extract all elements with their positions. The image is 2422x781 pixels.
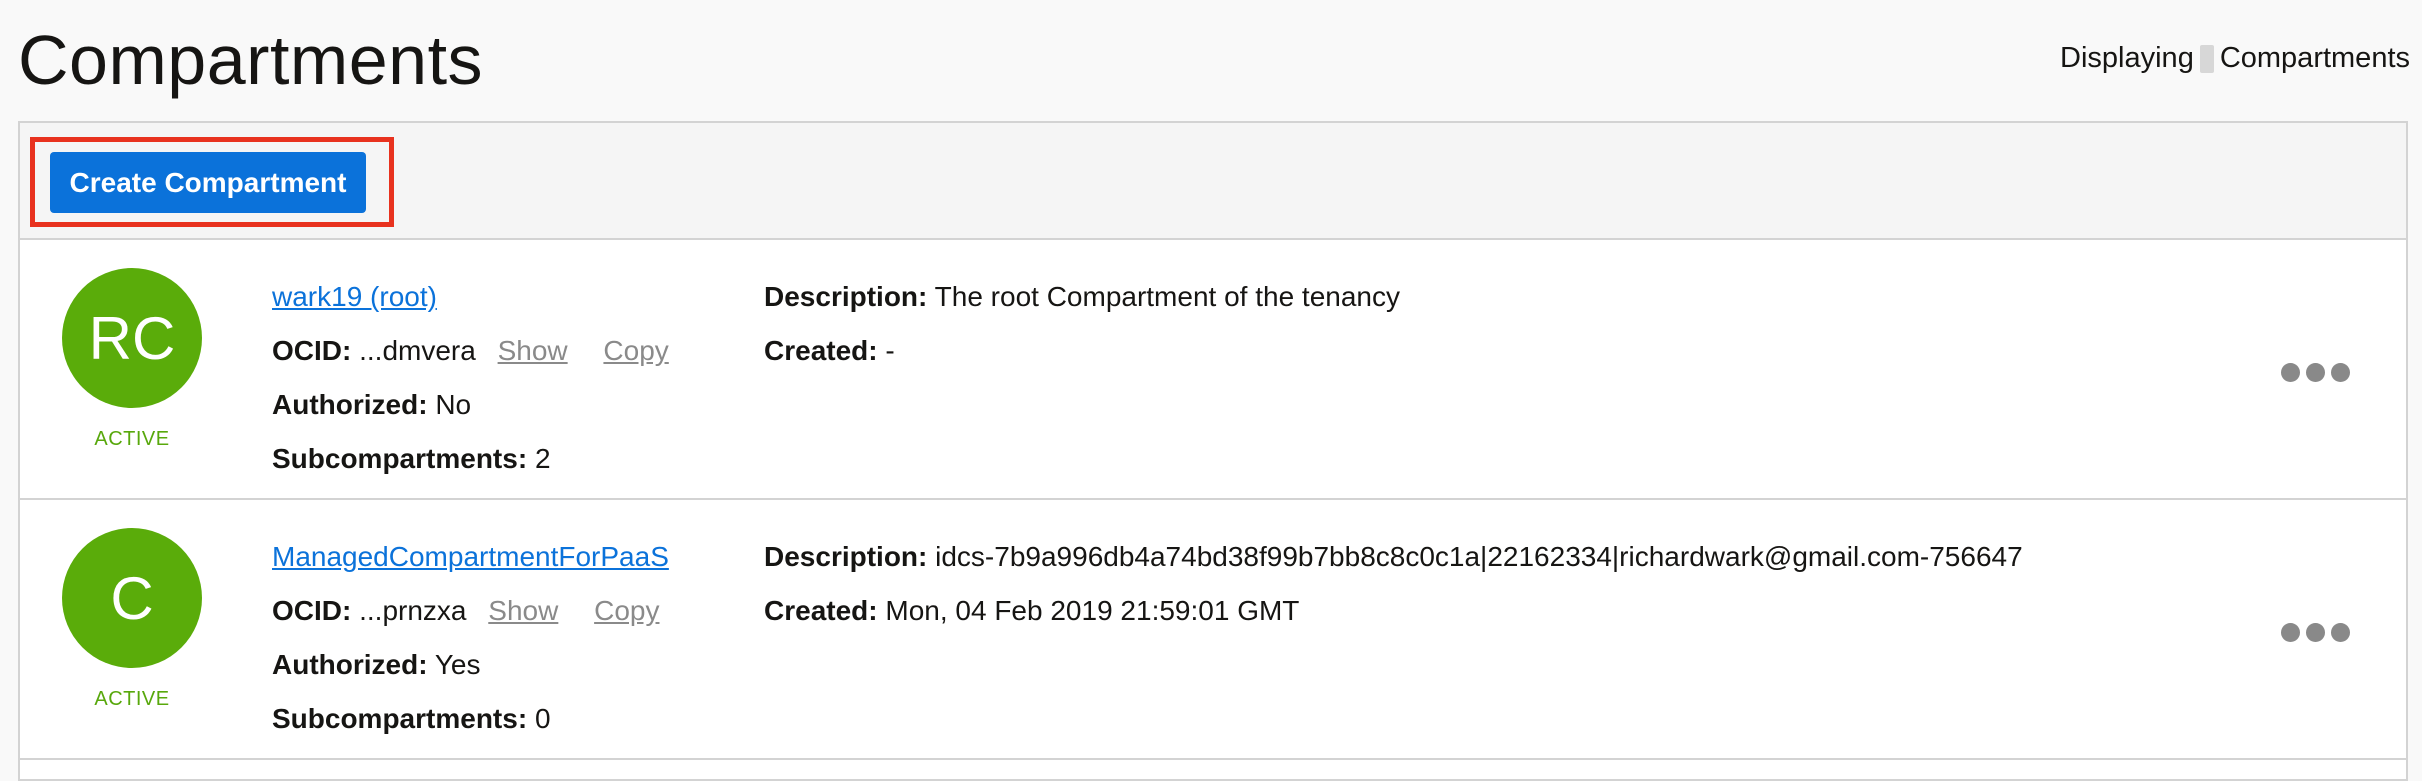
ocid-line: OCID: ...prnzxa Show Copy	[272, 584, 669, 638]
subcompartments-value: 0	[534, 703, 551, 734]
avatar: C	[62, 528, 202, 668]
authorized-value: Yes	[434, 649, 481, 680]
dot	[2306, 363, 2325, 382]
subcompartments-line: Subcompartments: 0	[272, 692, 669, 746]
dot	[2331, 623, 2350, 642]
authorized-label: Authorized:	[272, 389, 428, 420]
compartment-details: wark19 (root) OCID: ...dmvera Show Copy …	[272, 270, 669, 486]
subcompartments-value: 2	[534, 443, 551, 474]
status-badge: ACTIVE	[94, 428, 170, 450]
description-line: Description: The root Compartment of the…	[764, 270, 1400, 324]
created-value: -	[885, 335, 895, 366]
compartment-meta: Description: idcs-7b9a996db4a74bd38f99b7…	[764, 530, 2023, 638]
compartment-meta: Description: The root Compartment of the…	[764, 270, 1400, 378]
ocid-line: OCID: ...dmvera Show Copy	[272, 324, 669, 378]
authorized-value: No	[435, 389, 472, 420]
copy-ocid-link[interactable]: Copy	[594, 595, 659, 626]
dot	[2306, 623, 2325, 642]
avatar: RC	[62, 268, 202, 408]
dot	[2281, 363, 2300, 382]
create-compartment-button[interactable]: Create Compartment	[50, 152, 366, 213]
compartment-details: ManagedCompartmentForPaaS OCID: ...prnzx…	[272, 530, 669, 746]
compartment-row: C ACTIVE ManagedCompartmentForPaaS OCID:…	[20, 500, 2406, 760]
display-count-value	[2199, 44, 2214, 73]
show-ocid-link[interactable]: Show	[498, 335, 568, 366]
toolbar: Create Compartment	[20, 123, 2406, 240]
display-count: Displaying Compartments	[2060, 42, 2410, 75]
status-badge: ACTIVE	[94, 688, 170, 710]
authorized-label: Authorized:	[272, 649, 428, 680]
dot	[2281, 623, 2300, 642]
created-line: Created: -	[764, 324, 1400, 378]
page-header: Compartments Displaying Compartments	[0, 0, 2422, 118]
created-label: Created:	[764, 335, 878, 366]
description-value: The root Compartment of the tenancy	[934, 281, 1400, 312]
compartment-name-link[interactable]: ManagedCompartmentForPaaS	[272, 541, 669, 572]
description-label: Description:	[764, 541, 928, 572]
ocid-label: OCID:	[272, 335, 352, 366]
copy-ocid-link[interactable]: Copy	[603, 335, 668, 366]
description-line: Description: idcs-7b9a996db4a74bd38f99b7…	[764, 530, 2023, 584]
ocid-value: ...dmvera	[359, 335, 476, 366]
authorized-line: Authorized: Yes	[272, 638, 669, 692]
description-label: Description:	[764, 281, 928, 312]
more-horizontal-icon[interactable]	[2281, 363, 2350, 382]
display-count-prefix: Displaying	[2060, 42, 2194, 74]
created-value: Mon, 04 Feb 2019 21:59:01 GMT	[885, 595, 1300, 626]
subcompartments-label: Subcompartments:	[272, 443, 528, 474]
subcompartments-label: Subcompartments:	[272, 703, 528, 734]
display-count-suffix: Compartments	[2219, 42, 2410, 74]
authorized-line: Authorized: No	[272, 378, 669, 432]
page-title: Compartments	[18, 21, 484, 99]
compartment-row: RC ACTIVE wark19 (root) OCID: ...dmvera …	[20, 240, 2406, 500]
ocid-label: OCID:	[272, 595, 352, 626]
compartment-name-link[interactable]: wark19 (root)	[272, 281, 437, 312]
dot	[2331, 363, 2350, 382]
created-line: Created: Mon, 04 Feb 2019 21:59:01 GMT	[764, 584, 2023, 638]
compartments-panel: Create Compartment RC ACTIVE wark19 (roo…	[18, 121, 2408, 781]
description-value: idcs-7b9a996db4a74bd38f99b7bb8c8c0c1a|22…	[935, 541, 2023, 572]
more-horizontal-icon[interactable]	[2281, 623, 2350, 642]
ocid-value: ...prnzxa	[359, 595, 467, 626]
created-label: Created:	[764, 595, 878, 626]
show-ocid-link[interactable]: Show	[488, 595, 558, 626]
subcompartments-line: Subcompartments: 2	[272, 432, 669, 486]
